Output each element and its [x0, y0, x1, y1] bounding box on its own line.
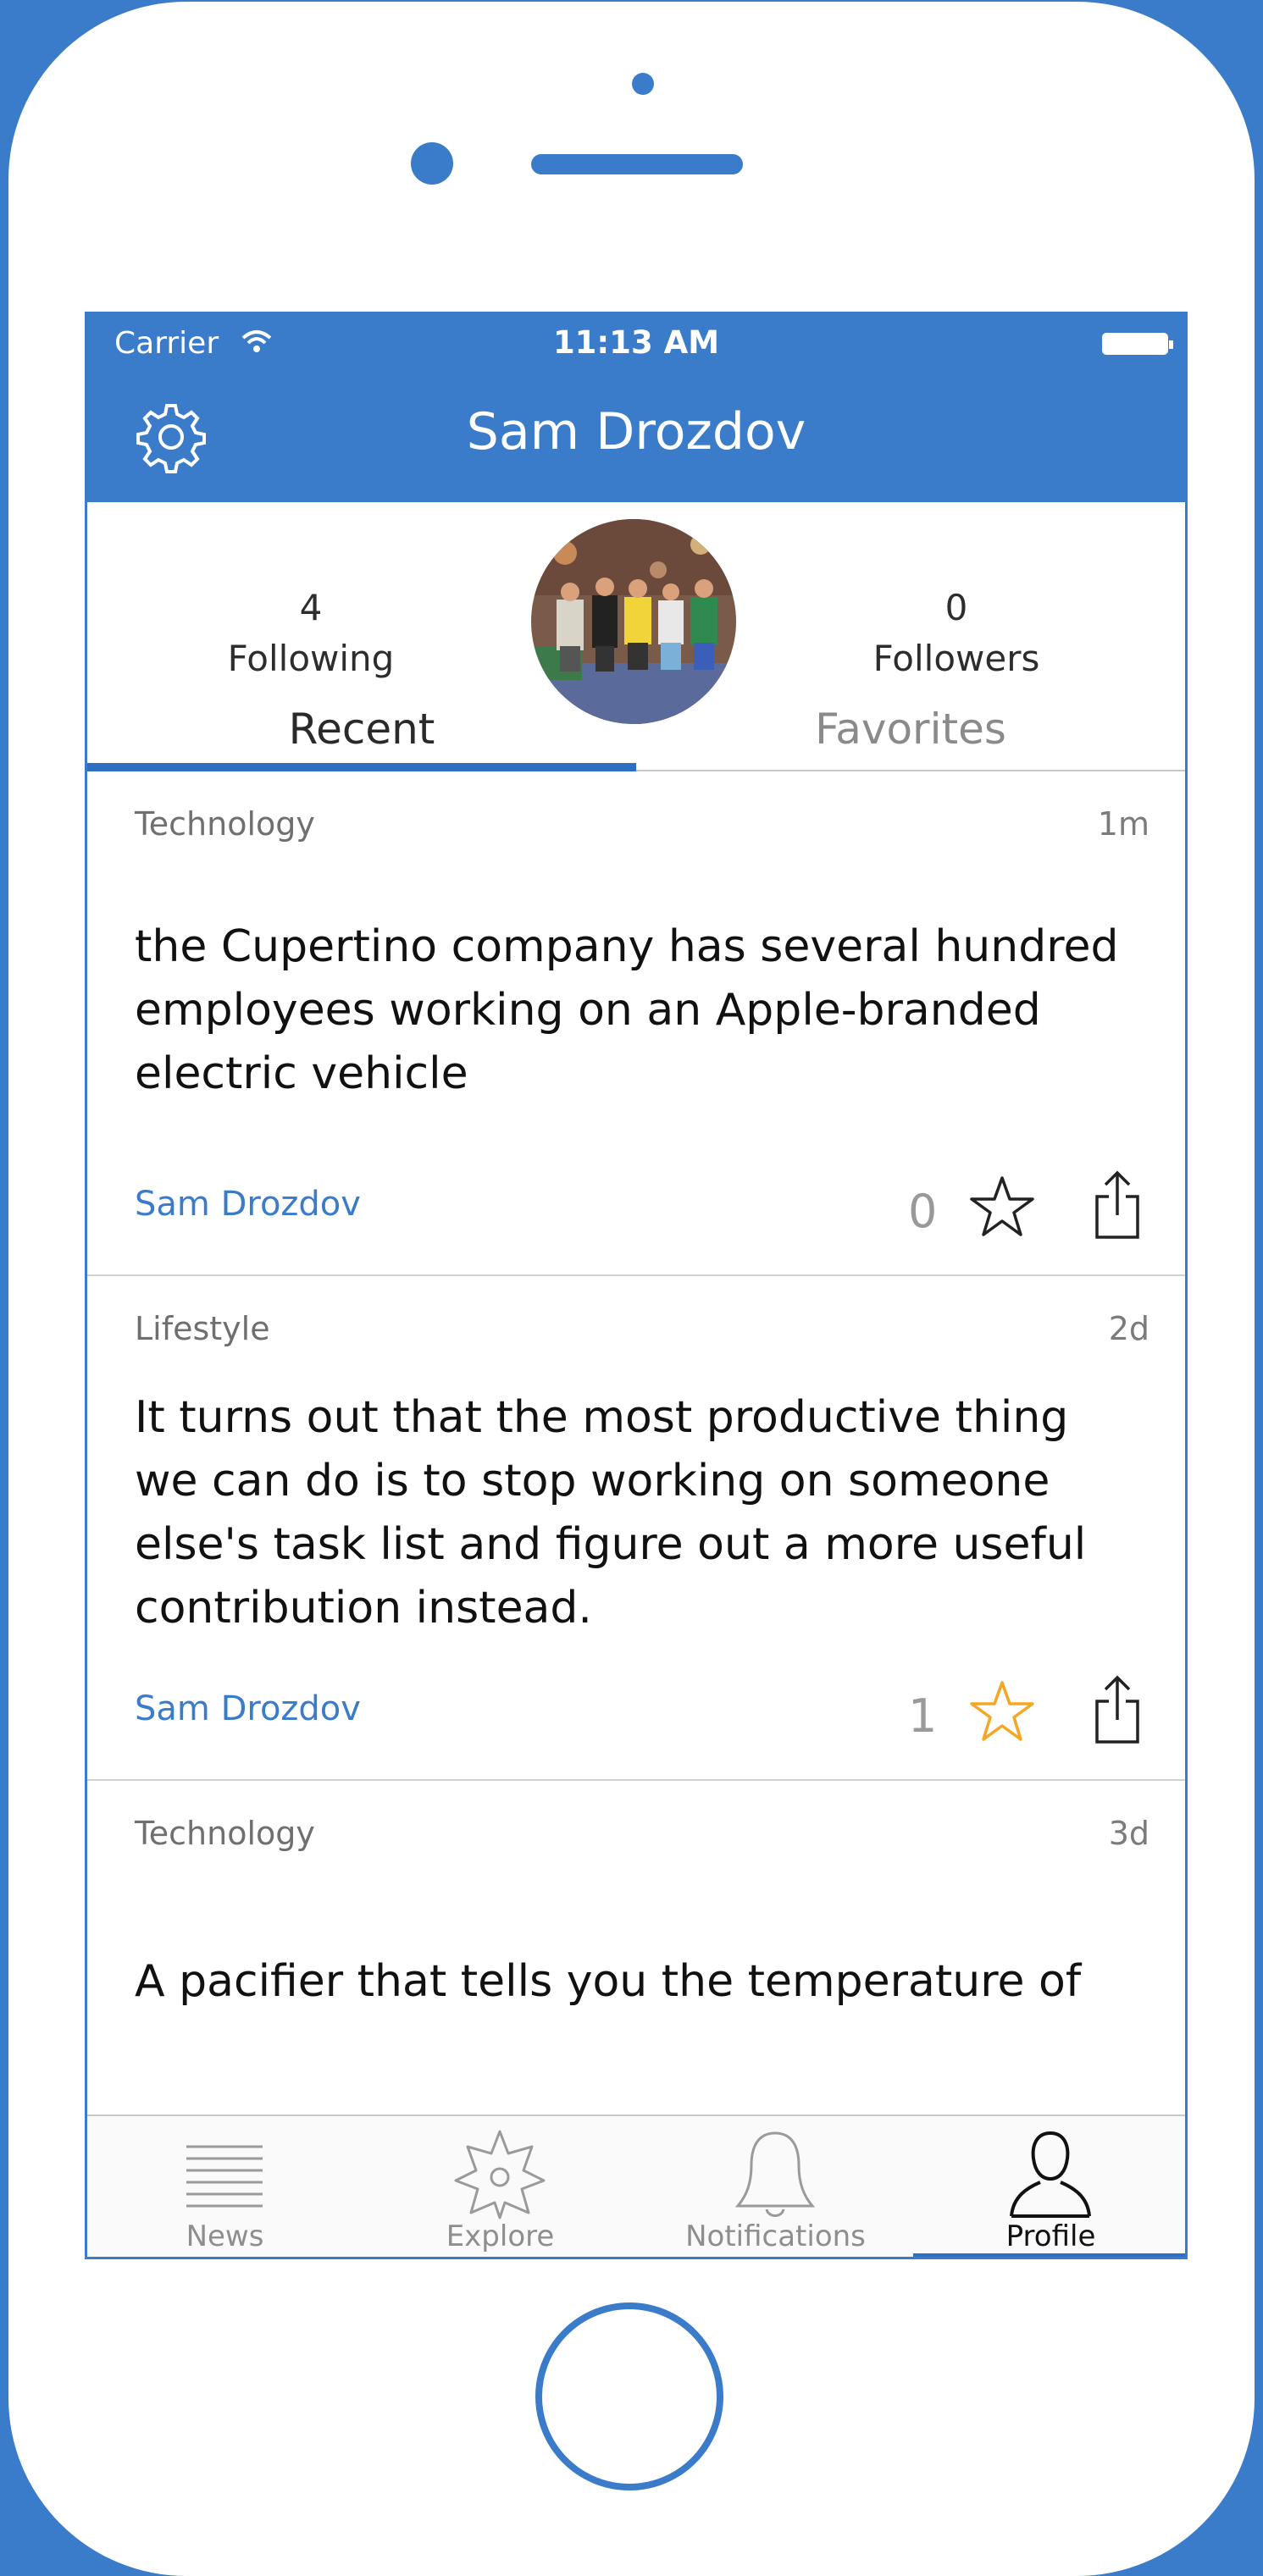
tabbar-item-notifications[interactable]: Notifications	[638, 2116, 913, 2257]
post-text[interactable]: the Cupertino company has several hundre…	[135, 915, 1134, 1106]
star-icon[interactable]	[968, 1173, 1036, 1241]
post-card[interactable]: Technology 3d A pacifier that tells you …	[87, 1781, 1185, 2109]
tab-recent[interactable]: Recent	[87, 687, 636, 770]
front-camera	[411, 142, 453, 185]
tab-selection-indicator	[87, 763, 636, 771]
followers-stat[interactable]: 0 Followers	[829, 587, 1083, 688]
share-icon[interactable]	[1092, 1674, 1143, 1745]
tab-bar: News Explore Notifications Profile	[87, 2114, 1185, 2257]
post-age: 1m	[1097, 805, 1149, 843]
tab-favorites[interactable]: Favorites	[636, 687, 1185, 770]
favorite-count: 0	[908, 1185, 938, 1238]
earpiece-speaker	[531, 154, 743, 174]
status-time: 11:13 AM	[552, 324, 720, 361]
nav-bar: Sam Drozdov	[87, 368, 1185, 502]
post-category[interactable]: Lifestyle	[135, 1310, 270, 1347]
post-feed[interactable]: Technology 1m the Cupertino company has …	[87, 771, 1185, 2109]
post-category[interactable]: Technology	[135, 1815, 315, 1852]
profile-tabs: Recent Favorites	[87, 687, 1185, 771]
post-age: 2d	[1108, 1310, 1149, 1347]
tabbar-label: Profile	[1005, 2219, 1096, 2253]
post-card[interactable]: Technology 1m the Cupertino company has …	[87, 771, 1185, 1276]
news-icon	[186, 2145, 263, 2208]
post-age: 3d	[1108, 1815, 1149, 1852]
post-text[interactable]: A pacifier that tells you the temperatur…	[135, 1950, 1134, 2014]
tabbar-selection-indicator	[913, 2253, 1185, 2257]
tabbar-item-profile[interactable]: Profile	[913, 2116, 1185, 2257]
battery-icon	[1102, 333, 1173, 355]
page-title: Sam Drozdov	[466, 402, 806, 462]
tabbar-label: News	[186, 2219, 264, 2253]
explore-icon	[454, 2130, 546, 2219]
bell-icon	[734, 2131, 816, 2217]
tabbar-item-news[interactable]: News	[87, 2116, 363, 2257]
home-button[interactable]	[535, 2302, 723, 2490]
followers-count: 0	[944, 587, 968, 628]
post-author-link[interactable]: Sam Drozdov	[135, 1689, 361, 1728]
profile-icon	[1010, 2131, 1091, 2218]
post-author-link[interactable]: Sam Drozdov	[135, 1185, 361, 1224]
following-label: Following	[227, 638, 395, 679]
share-icon[interactable]	[1092, 1169, 1143, 1241]
tabbar-label: Notifications	[685, 2219, 866, 2253]
following-stat[interactable]: 4 Following	[184, 587, 438, 688]
post-text[interactable]: It turns out that the most productive th…	[135, 1386, 1134, 1640]
following-count: 4	[299, 587, 323, 628]
tabbar-label: Explore	[446, 2219, 555, 2253]
app-screen: Carrier 11:13 AM Sam Drozdov 4 Following…	[85, 312, 1188, 2259]
post-category[interactable]: Technology	[135, 805, 315, 843]
phone-frame: Carrier 11:13 AM Sam Drozdov 4 Following…	[8, 2, 1255, 2576]
star-filled-icon[interactable]	[968, 1678, 1036, 1745]
followers-label: Followers	[872, 638, 1040, 679]
proximity-sensor	[632, 73, 654, 95]
tabbar-item-explore[interactable]: Explore	[363, 2116, 638, 2257]
status-bar: Carrier 11:13 AM	[87, 314, 1185, 368]
favorite-count: 1	[908, 1689, 938, 1743]
post-card[interactable]: Lifestyle 2d It turns out that the most …	[87, 1276, 1185, 1781]
